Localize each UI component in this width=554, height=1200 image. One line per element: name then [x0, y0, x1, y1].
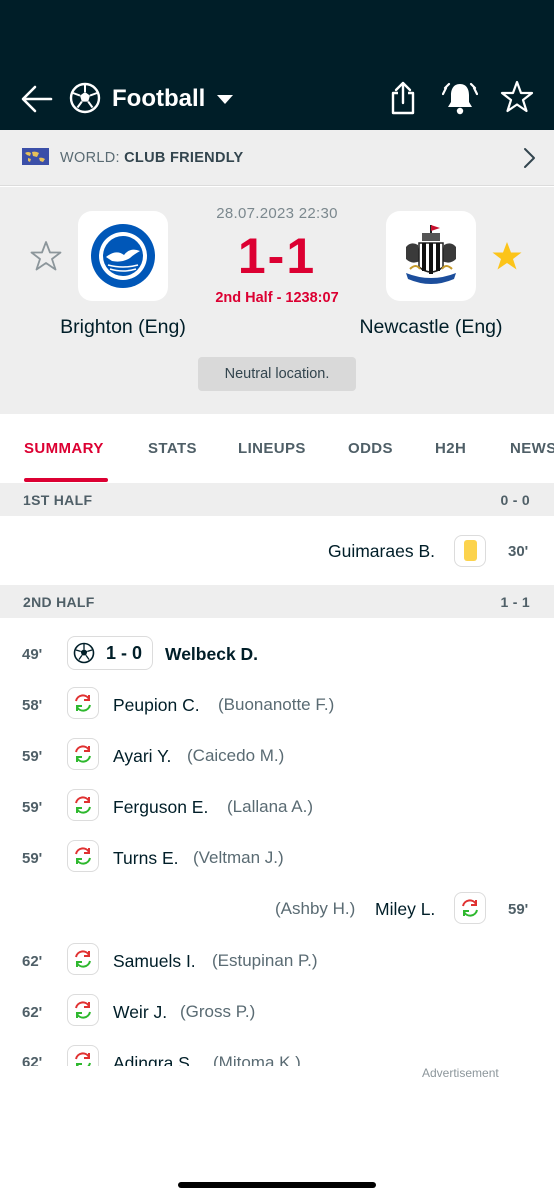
sub-player-in[interactable]: Adingra S.: [113, 1052, 195, 1066]
sub-minute: 59': [508, 901, 529, 918]
sub-player-in[interactable]: Samuels I.: [113, 950, 196, 972]
home-team-name[interactable]: Brighton (Eng): [18, 314, 228, 340]
back-arrow-icon[interactable]: [20, 82, 54, 116]
substitution-icon-box: [67, 994, 99, 1026]
home-team-logo[interactable]: [78, 211, 168, 301]
substitution-icon-box: [454, 892, 486, 924]
sub-player-out[interactable]: (Caicedo M.): [187, 745, 284, 767]
tab-stats[interactable]: STATS: [148, 440, 197, 457]
sub-player-in[interactable]: Ayari Y.: [113, 745, 171, 767]
sport-selector-label[interactable]: Football: [112, 84, 205, 114]
tournament-region: WORLD:: [60, 150, 120, 166]
substitution-icon: [75, 796, 91, 814]
substitution-icon-box: [67, 840, 99, 872]
tab-h2h[interactable]: H2H: [435, 440, 466, 457]
home-indicator[interactable]: [178, 1182, 376, 1188]
sub-minute: 59': [22, 748, 43, 765]
first-half-header: 1ST HALF 0 - 0: [0, 483, 554, 516]
tournament-title: CLUB FRIENDLY: [124, 150, 244, 166]
sub-minute: 62': [22, 1004, 43, 1021]
substitution-icon: [75, 950, 91, 968]
sub-player-out[interactable]: (Ashby H.): [275, 898, 355, 920]
sub-player-out[interactable]: (Veltman J.): [193, 847, 284, 869]
substitution-icon: [75, 694, 91, 712]
sub-minute: 59': [22, 850, 43, 867]
substitution-icon: [75, 1001, 91, 1019]
second-half-label: 2ND HALF: [23, 594, 95, 610]
substitution-icon-box: [67, 687, 99, 719]
notification-bell-icon[interactable]: [442, 80, 478, 116]
clipped-row: 62' Adingra S. (Mitoma K.): [0, 1044, 554, 1066]
second-half-score: 1 - 1: [500, 594, 530, 610]
sub-player-in[interactable]: Weir J.: [113, 1001, 167, 1023]
away-team-logo[interactable]: [386, 211, 476, 301]
sub-player-in[interactable]: Peupion C.: [113, 694, 200, 716]
sub-player-in[interactable]: Miley L.: [375, 898, 435, 920]
sub-player-out[interactable]: (Buonanotte F.): [218, 694, 334, 716]
sub-player-in[interactable]: Turns E.: [113, 847, 178, 869]
tab-lineups[interactable]: LINEUPS: [238, 440, 306, 457]
away-team-name[interactable]: Newcastle (Eng): [326, 314, 536, 340]
match-score: 1-1: [237, 228, 317, 284]
second-half-header: 2ND HALF 1 - 1: [0, 585, 554, 618]
substitution-icon-box: [67, 738, 99, 770]
substitution-icon: [75, 1052, 91, 1066]
substitution-icon: [75, 745, 91, 763]
goal-scorer[interactable]: Welbeck D.: [165, 643, 258, 665]
yellow-card-player[interactable]: Guimaraes B.: [328, 540, 435, 562]
sub-player-out[interactable]: (Mitoma K.): [213, 1052, 301, 1066]
match-datetime: 28.07.2023 22:30: [216, 205, 338, 222]
sub-player-out[interactable]: (Estupinan P.): [212, 950, 318, 972]
sub-minute: 62': [22, 953, 43, 970]
football-icon: [69, 82, 101, 114]
goal-ball-icon: [73, 642, 95, 664]
favorite-star-icon[interactable]: [500, 80, 534, 114]
match-status: 2nd Half - 1238:07: [215, 290, 339, 306]
tab-summary[interactable]: SUMMARY: [24, 440, 104, 457]
sub-minute: 62': [22, 1054, 43, 1066]
substitution-icon: [75, 847, 91, 865]
away-favorite-star-icon[interactable]: [491, 240, 523, 272]
tab-news-clip: NEWS: [510, 440, 554, 462]
sub-player-in[interactable]: Ferguson E.: [113, 796, 208, 818]
active-tab-indicator: [24, 478, 108, 482]
brighton-crest-icon: [91, 224, 155, 288]
sub-player-out[interactable]: (Lallana A.): [227, 796, 313, 818]
substitution-icon-box: [67, 1045, 99, 1066]
yellow-card-minute: 30': [508, 543, 529, 560]
goal-score: 1 - 0: [106, 643, 143, 663]
share-icon[interactable]: [386, 80, 420, 116]
substitution-icon: [462, 899, 478, 917]
caret-down-icon[interactable]: [215, 92, 235, 106]
goal-minute: 49': [22, 646, 43, 663]
first-half-score: 0 - 0: [500, 492, 530, 508]
substitution-icon-box: [67, 943, 99, 975]
sub-player-out[interactable]: (Gross P.): [180, 1001, 255, 1023]
world-flag-icon: [22, 148, 49, 165]
sub-minute: 59': [22, 799, 43, 816]
first-half-label: 1ST HALF: [23, 492, 93, 508]
chevron-right-icon[interactable]: [520, 146, 538, 170]
neutral-location-badge: Neutral location.: [198, 357, 356, 391]
advertisement-label: Advertisement: [422, 1066, 499, 1080]
tournament-name: WORLD: CLUB FRIENDLY: [60, 150, 244, 166]
tab-odds[interactable]: ODDS: [348, 440, 393, 457]
home-favorite-star-icon[interactable]: [30, 240, 62, 272]
tab-news[interactable]: NEWS: [510, 440, 554, 457]
newcastle-crest-icon: [406, 225, 456, 284]
substitution-icon-box: [67, 789, 99, 821]
yellow-card-icon: [464, 540, 477, 561]
sub-minute: 58': [22, 697, 43, 714]
